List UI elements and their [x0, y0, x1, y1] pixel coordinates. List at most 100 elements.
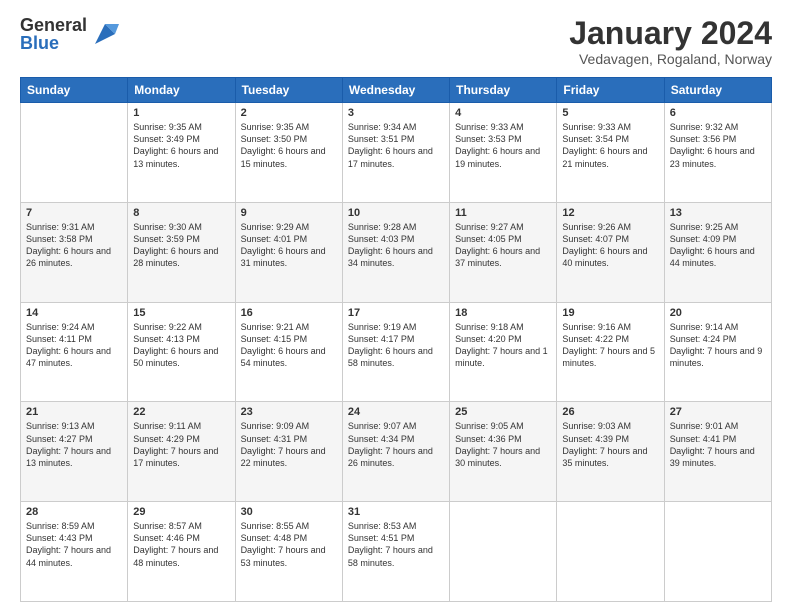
day-cell — [21, 103, 128, 203]
week-row-1: 7 Sunrise: 9:31 AMSunset: 3:58 PMDaylight… — [21, 202, 772, 302]
day-info: Sunrise: 9:35 AMSunset: 3:49 PMDaylight:… — [133, 121, 229, 170]
day-cell: 23Sunrise: 9:09 AMSunset: 4:31 PMDayligh… — [235, 402, 342, 502]
day-cell: 1 Sunrise: 9:35 AMSunset: 3:49 PMDaylight… — [128, 103, 235, 203]
day-cell: 2Sunrise: 9:35 AMSunset: 3:50 PMDaylight… — [235, 103, 342, 203]
day-info: Sunrise: 9:33 AMSunset: 3:54 PMDaylight:… — [562, 121, 658, 170]
day-number: 14 — [26, 307, 122, 319]
day-cell: 31 Sunrise: 8:53 AMSunset: 4:51 PMDayligh… — [342, 502, 449, 602]
col-saturday: Saturday — [664, 78, 771, 103]
day-info: Sunrise: 8:59 AMSunset: 4:43 PMDaylight:… — [26, 520, 122, 569]
week-row-0: 1 Sunrise: 9:35 AMSunset: 3:49 PMDaylight… — [21, 103, 772, 203]
day-number: 2 — [241, 107, 337, 119]
day-cell: 8 Sunrise: 9:30 AMSunset: 3:59 PMDaylight… — [128, 202, 235, 302]
logo-text: General Blue — [20, 16, 87, 52]
day-cell: 21 Sunrise: 9:13 AMSunset: 4:27 PMDayligh… — [21, 402, 128, 502]
header: General Blue January 2024 Vedavagen, Rog… — [20, 16, 772, 67]
day-number: 12 — [562, 207, 658, 219]
day-number: 28 — [26, 506, 122, 518]
day-cell: 20Sunrise: 9:14 AMSunset: 4:24 PMDayligh… — [664, 302, 771, 402]
day-cell: 7 Sunrise: 9:31 AMSunset: 3:58 PMDaylight… — [21, 202, 128, 302]
calendar-table: Sunday Monday Tuesday Wednesday Thursday… — [20, 77, 772, 602]
day-info: Sunrise: 9:31 AMSunset: 3:58 PMDaylight:… — [26, 221, 122, 270]
day-info: Sunrise: 9:28 AMSunset: 4:03 PMDaylight:… — [348, 221, 444, 270]
day-cell: 28 Sunrise: 8:59 AMSunset: 4:43 PMDayligh… — [21, 502, 128, 602]
day-cell: 15 Sunrise: 9:22 AMSunset: 4:13 PMDayligh… — [128, 302, 235, 402]
day-number: 6 — [670, 107, 766, 119]
day-number: 19 — [562, 307, 658, 319]
day-number: 1 — [133, 107, 229, 119]
day-info: Sunrise: 9:05 AMSunset: 4:36 PMDaylight:… — [455, 420, 551, 469]
day-number: 25 — [455, 406, 551, 418]
page: General Blue January 2024 Vedavagen, Rog… — [0, 0, 792, 612]
day-cell: 24 Sunrise: 9:07 AMSunset: 4:34 PMDayligh… — [342, 402, 449, 502]
day-number: 21 — [26, 406, 122, 418]
day-cell: 11Sunrise: 9:27 AMSunset: 4:05 PMDayligh… — [450, 202, 557, 302]
day-cell: 14 Sunrise: 9:24 AMSunset: 4:11 PMDayligh… — [21, 302, 128, 402]
day-info: Sunrise: 9:07 AMSunset: 4:34 PMDaylight:… — [348, 420, 444, 469]
day-cell: 25 Sunrise: 9:05 AMSunset: 4:36 PMDayligh… — [450, 402, 557, 502]
day-info: Sunrise: 9:34 AMSunset: 3:51 PMDaylight:… — [348, 121, 444, 170]
day-number: 20 — [670, 307, 766, 319]
day-number: 24 — [348, 406, 444, 418]
day-info: Sunrise: 9:18 AMSunset: 4:20 PMDaylight:… — [455, 321, 551, 370]
col-friday: Friday — [557, 78, 664, 103]
day-info: Sunrise: 9:03 AMSunset: 4:39 PMDaylight:… — [562, 420, 658, 469]
day-info: Sunrise: 9:24 AMSunset: 4:11 PMDaylight:… — [26, 321, 122, 370]
day-info: Sunrise: 9:16 AMSunset: 4:22 PMDaylight:… — [562, 321, 658, 370]
day-number: 8 — [133, 207, 229, 219]
day-info: Sunrise: 9:13 AMSunset: 4:27 PMDaylight:… — [26, 420, 122, 469]
day-info: Sunrise: 9:11 AMSunset: 4:29 PMDaylight:… — [133, 420, 229, 469]
day-cell — [664, 502, 771, 602]
day-info: Sunrise: 9:29 AMSunset: 4:01 PMDaylight:… — [241, 221, 337, 270]
location: Vedavagen, Rogaland, Norway — [569, 51, 772, 67]
col-sunday: Sunday — [21, 78, 128, 103]
day-number: 15 — [133, 307, 229, 319]
day-number: 3 — [348, 107, 444, 119]
day-number: 31 — [348, 506, 444, 518]
day-cell: 10 Sunrise: 9:28 AMSunset: 4:03 PMDayligh… — [342, 202, 449, 302]
day-info: Sunrise: 9:19 AMSunset: 4:17 PMDaylight:… — [348, 321, 444, 370]
day-cell: 19 Sunrise: 9:16 AMSunset: 4:22 PMDayligh… — [557, 302, 664, 402]
day-info: Sunrise: 9:21 AMSunset: 4:15 PMDaylight:… — [241, 321, 337, 370]
day-number: 4 — [455, 107, 551, 119]
week-row-4: 28 Sunrise: 8:59 AMSunset: 4:43 PMDayligh… — [21, 502, 772, 602]
weekday-header-row: Sunday Monday Tuesday Wednesday Thursday… — [21, 78, 772, 103]
title-block: January 2024 Vedavagen, Rogaland, Norway — [569, 16, 772, 67]
day-info: Sunrise: 8:53 AMSunset: 4:51 PMDaylight:… — [348, 520, 444, 569]
day-cell: 29Sunrise: 8:57 AMSunset: 4:46 PMDayligh… — [128, 502, 235, 602]
day-info: Sunrise: 9:22 AMSunset: 4:13 PMDaylight:… — [133, 321, 229, 370]
day-number: 5 — [562, 107, 658, 119]
day-info: Sunrise: 9:26 AMSunset: 4:07 PMDaylight:… — [562, 221, 658, 270]
day-number: 10 — [348, 207, 444, 219]
day-info: Sunrise: 8:55 AMSunset: 4:48 PMDaylight:… — [241, 520, 337, 569]
logo-general: General — [20, 16, 87, 34]
day-info: Sunrise: 9:33 AMSunset: 3:53 PMDaylight:… — [455, 121, 551, 170]
day-cell: 3 Sunrise: 9:34 AMSunset: 3:51 PMDaylight… — [342, 103, 449, 203]
col-thursday: Thursday — [450, 78, 557, 103]
day-number: 16 — [241, 307, 337, 319]
col-monday: Monday — [128, 78, 235, 103]
day-cell: 16 Sunrise: 9:21 AMSunset: 4:15 PMDayligh… — [235, 302, 342, 402]
day-number: 9 — [241, 207, 337, 219]
logo: General Blue — [20, 16, 119, 52]
day-info: Sunrise: 9:09 AMSunset: 4:31 PMDaylight:… — [241, 420, 337, 469]
day-cell: 6Sunrise: 9:32 AMSunset: 3:56 PMDaylight… — [664, 103, 771, 203]
day-info: Sunrise: 9:30 AMSunset: 3:59 PMDaylight:… — [133, 221, 229, 270]
day-number: 18 — [455, 307, 551, 319]
day-number: 11 — [455, 207, 551, 219]
day-number: 13 — [670, 207, 766, 219]
day-cell: 22Sunrise: 9:11 AMSunset: 4:29 PMDayligh… — [128, 402, 235, 502]
day-info: Sunrise: 8:57 AMSunset: 4:46 PMDaylight:… — [133, 520, 229, 569]
calendar-body: 1 Sunrise: 9:35 AMSunset: 3:49 PMDaylight… — [21, 103, 772, 602]
day-number: 7 — [26, 207, 122, 219]
day-info: Sunrise: 9:01 AMSunset: 4:41 PMDaylight:… — [670, 420, 766, 469]
day-number: 26 — [562, 406, 658, 418]
day-number: 17 — [348, 307, 444, 319]
col-wednesday: Wednesday — [342, 78, 449, 103]
week-row-2: 14 Sunrise: 9:24 AMSunset: 4:11 PMDayligh… — [21, 302, 772, 402]
day-cell: 17 Sunrise: 9:19 AMSunset: 4:17 PMDayligh… — [342, 302, 449, 402]
day-cell: 30Sunrise: 8:55 AMSunset: 4:48 PMDayligh… — [235, 502, 342, 602]
month-title: January 2024 — [569, 16, 772, 51]
day-cell: 12 Sunrise: 9:26 AMSunset: 4:07 PMDayligh… — [557, 202, 664, 302]
day-cell: 5 Sunrise: 9:33 AMSunset: 3:54 PMDaylight… — [557, 103, 664, 203]
